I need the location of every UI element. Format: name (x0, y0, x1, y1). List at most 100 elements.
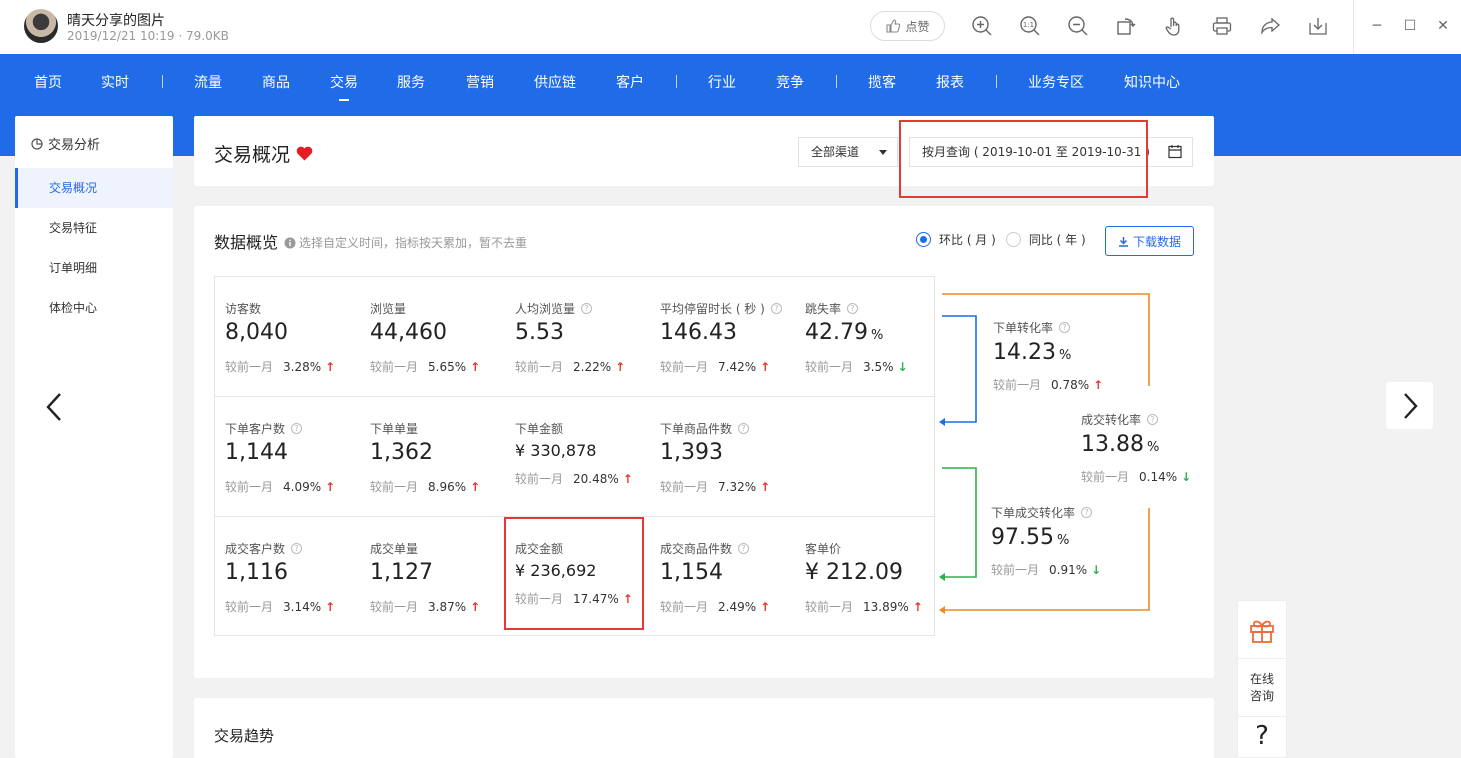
page-title-text: 交易概况 (214, 144, 291, 166)
help-icon[interactable]: ? (770, 303, 782, 314)
share-icon[interactable] (1258, 14, 1282, 38)
metric-compare: 较前一月 7.42% ↑ (660, 358, 770, 375)
rotate-icon[interactable] (1114, 14, 1138, 38)
nav-item-traffic[interactable]: 流量 (194, 72, 222, 92)
nav-item-customer[interactable]: 客户 (616, 72, 644, 92)
help-button[interactable]: ? (1238, 721, 1286, 758)
arrow-up-icon: ↑ (325, 359, 336, 374)
metric-label: 下单金额 (515, 420, 563, 437)
online-consult-button[interactable]: 在线咨询 (1238, 659, 1286, 717)
metric-card: 下单单量 1,362 较前一月 8.96% ↑ (360, 397, 505, 516)
print-icon[interactable] (1210, 14, 1234, 38)
compare-label: 较前一月 (660, 480, 709, 494)
metric-value-number: 1,362 (370, 440, 433, 465)
compare-label: 较前一月 (805, 600, 854, 614)
nav-item-goods[interactable]: 商品 (262, 72, 290, 92)
zoom-out-icon[interactable] (1066, 14, 1090, 38)
metric-compare: 较前一月 0.78% ↑ (993, 376, 1103, 393)
minimize-icon[interactable]: ─ (1367, 16, 1387, 36)
metric-label-text: 跳失率 (805, 302, 842, 316)
nav-item-home[interactable]: 首页 (34, 72, 62, 92)
help-icon[interactable]: ? (581, 303, 593, 314)
metric-value: 5.53 (515, 320, 564, 345)
nav-item-marketing[interactable]: 营销 (466, 72, 494, 92)
nav-item-service[interactable]: 服务 (397, 72, 425, 92)
actual-size-icon[interactable]: 1:1 (1018, 14, 1042, 38)
help-icon[interactable]: ? (738, 423, 750, 434)
sidebar-item-health-check[interactable]: 体检中心 (15, 288, 173, 328)
zoom-in-icon[interactable] (970, 14, 994, 38)
metric-value-number: 1,116 (225, 560, 288, 585)
compare-value: 0.78% (1051, 377, 1090, 392)
metric-card: 平均停留时长 ( 秒 )? 146.43 较前一月 7.42% ↑ (650, 277, 795, 396)
metric-value: 8,040 (225, 320, 288, 345)
help-icon[interactable]: ? (1147, 414, 1159, 425)
nav-item-knowledge[interactable]: 知识中心 (1124, 72, 1180, 92)
close-icon[interactable]: ✕ (1433, 16, 1453, 36)
metric-card: 下单金额 ¥ 330,878 较前一月 20.48% ↑ (505, 397, 650, 516)
nav-item-industry[interactable]: 行业 (708, 72, 736, 92)
metric-card: 下单客户数? 1,144 较前一月 4.09% ↑ (215, 397, 360, 516)
sidebar-item-overview[interactable]: 交易概况 (15, 168, 173, 208)
metric-label-text: 下单金额 (515, 422, 564, 436)
compare-value: 8.96% (428, 479, 467, 494)
radio-yoy[interactable] (1005, 232, 1021, 247)
next-image-button[interactable] (1386, 382, 1433, 429)
metric-label-text: 下单商品件数 (660, 422, 733, 436)
channel-select[interactable]: 全部渠道 (798, 137, 898, 167)
previous-image-button[interactable] (40, 390, 70, 424)
metric-compare: 较前一月 3.28% ↑ (225, 358, 335, 375)
arrow-up-icon: ↑ (760, 359, 771, 374)
nav-item-trade[interactable]: 交易 (330, 72, 358, 92)
metric-row: 下单客户数? 1,144 较前一月 4.09% ↑ 下单单量 1,362 较前一月 8.96% ↑… (215, 397, 934, 517)
metric-label-text: 下单成交转化率 (991, 506, 1076, 520)
metric-label: 成交客户数? (225, 540, 303, 557)
sidebar-item-order-details[interactable]: 订单明细 (15, 248, 173, 288)
metric-compare: 较前一月 3.5% ↓ (805, 358, 908, 375)
metric-label-text: 成交商品件数 (660, 542, 733, 556)
calendar-icon (1168, 145, 1182, 159)
compare-value: 4.09% (283, 479, 322, 494)
hand-icon[interactable] (1162, 14, 1186, 38)
flow-arrow-orange (939, 606, 945, 614)
nav-item-realtime[interactable]: 实时 (101, 72, 129, 92)
help-icon[interactable]: ? (291, 423, 303, 434)
gift-button[interactable] (1238, 601, 1286, 659)
compare-value: 20.48% (573, 471, 619, 486)
arrow-up-icon: ↑ (615, 359, 626, 374)
download-data-button[interactable]: 下载数据 (1105, 226, 1194, 256)
help-icon[interactable]: ? (291, 543, 303, 554)
metric-value: ¥ 330,878 (515, 441, 596, 460)
metric-label: 下单客户数? (225, 420, 303, 437)
like-button[interactable]: 点赞 (870, 11, 945, 41)
help-icon[interactable]: ? (1059, 322, 1071, 333)
compare-value: 2.49% (718, 599, 757, 614)
help-icon[interactable]: ? (1081, 507, 1093, 518)
metric-label-text: 下单客户数 (225, 422, 286, 436)
help-icon[interactable]: ? (738, 543, 750, 554)
nav-item-acquire[interactable]: 揽客 (868, 72, 896, 92)
nav-item-business-zone[interactable]: 业务专区 (1028, 72, 1084, 92)
arrow-up-icon: ↑ (470, 479, 481, 494)
maximize-icon[interactable]: ☐ (1400, 16, 1420, 36)
heart-icon[interactable] (296, 146, 313, 161)
nav-item-supply-chain[interactable]: 供应链 (534, 72, 576, 92)
metric-value: 44,460 (370, 320, 447, 345)
help-icon[interactable]: ? (847, 303, 859, 314)
metric-compare: 较前一月 2.22% ↑ (515, 358, 625, 375)
compare-value: 5.65% (428, 359, 467, 374)
metric-label: 成交转化率? (1081, 411, 1159, 428)
download-icon[interactable] (1306, 14, 1330, 38)
nav-item-reports[interactable]: 报表 (936, 72, 964, 92)
thumbs-up-icon (886, 19, 901, 33)
metric-compare: 较前一月 0.91% ↓ (991, 561, 1101, 578)
arrow-up-icon: ↑ (470, 359, 481, 374)
metric-compare: 较前一月 20.48% ↑ (515, 470, 633, 487)
metric-compare: 较前一月 7.32% ↑ (660, 478, 770, 495)
nav-item-competition[interactable]: 竞争 (776, 72, 804, 92)
sidebar-item-features[interactable]: 交易特征 (15, 208, 173, 248)
metric-card: 成交商品件数? 1,154 较前一月 2.49% ↑ (650, 517, 795, 636)
flow-line-blue (942, 315, 977, 423)
info-icon (284, 237, 296, 248)
radio-mom[interactable] (916, 232, 931, 247)
